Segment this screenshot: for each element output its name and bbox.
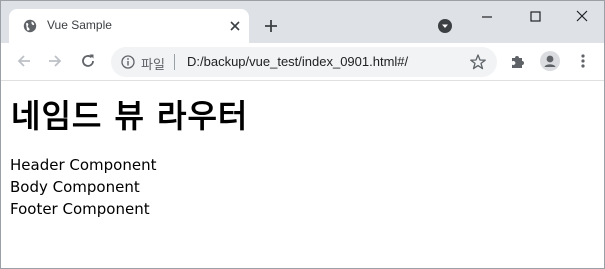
minimize-icon <box>482 16 492 18</box>
tab-search-dropdown-icon[interactable] <box>437 18 453 34</box>
info-icon[interactable] <box>121 55 135 69</box>
close-icon <box>576 10 588 22</box>
avatar[interactable] <box>540 51 560 71</box>
close-icon[interactable] <box>227 18 243 34</box>
arrow-right-icon[interactable] <box>46 52 64 70</box>
new-tab-icon[interactable] <box>262 17 280 35</box>
separator <box>174 54 175 70</box>
component-list: Header Component Body Component Footer C… <box>10 154 156 220</box>
tab-vue-sample[interactable]: Vue Sample <box>9 9 249 43</box>
star-icon[interactable] <box>469 53 487 71</box>
url-text[interactable]: D:/backup/vue_test/index_0901.html#/ <box>187 54 408 69</box>
reload-icon[interactable] <box>79 52 97 70</box>
globe-icon <box>23 19 37 33</box>
body-component: Body Component <box>10 178 140 196</box>
browser-window: Vue Sample 파일 D:/backup/vue_test/index_0… <box>0 0 605 269</box>
maximize-button[interactable] <box>515 3 555 29</box>
close-window-button[interactable] <box>562 3 602 29</box>
maximize-icon <box>530 11 541 22</box>
tab-title: Vue Sample <box>47 18 112 32</box>
puzzle-icon[interactable] <box>509 52 527 70</box>
page-title: 네임드 뷰 라우터 <box>11 97 249 135</box>
kebab-menu-icon[interactable] <box>574 52 592 70</box>
page-content: 네임드 뷰 라우터 Header Component Body Componen… <box>1 81 604 268</box>
scheme-label: 파일 <box>141 57 165 72</box>
address-bar[interactable]: 파일 D:/backup/vue_test/index_0901.html#/ <box>111 47 497 77</box>
tab-strip: Vue Sample <box>1 1 604 43</box>
arrow-left-icon[interactable] <box>15 52 33 70</box>
header-component: Header Component <box>10 156 157 174</box>
minimize-button[interactable] <box>467 3 507 29</box>
footer-component: Footer Component <box>10 200 150 218</box>
